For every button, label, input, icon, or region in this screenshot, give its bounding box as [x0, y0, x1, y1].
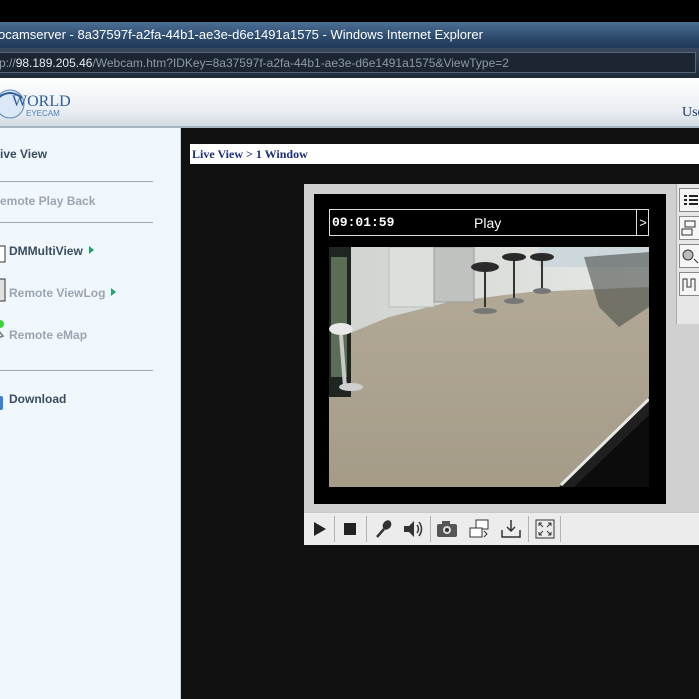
list-view-button[interactable] [679, 188, 699, 212]
menu-remote-viewlog-label: Remote ViewLog [9, 286, 106, 300]
download-menu-icon [0, 396, 3, 410]
side-toolbar [676, 184, 699, 324]
submenu-arrow-icon [88, 246, 94, 254]
fullscreen-button[interactable] [530, 515, 560, 543]
logo-text-world: WORLD [12, 93, 71, 110]
play-button[interactable] [304, 515, 334, 543]
list-icon [684, 195, 698, 205]
play-icon [314, 522, 326, 536]
breadcrumb: Live View > 1 Window [192, 147, 308, 161]
io-icon [682, 278, 696, 291]
snapshot-button[interactable] [432, 515, 462, 543]
controls-divider [430, 516, 431, 542]
camera-icon [437, 521, 457, 537]
window-title: ocamserver - 8a37597f-a2fa-44b1-ae3e-d6e… [0, 27, 483, 42]
player-status-bar: 09:01:59 Play > [329, 209, 649, 236]
player-state: Play [474, 215, 502, 231]
controls-divider [366, 516, 367, 542]
menu-live-view[interactable]: ive View [0, 147, 47, 161]
controls-divider [528, 516, 529, 542]
fullscreen-icon [535, 519, 555, 539]
speaker-icon [404, 521, 423, 537]
ptz-button[interactable] [679, 244, 699, 268]
microphone-button[interactable] [368, 515, 398, 543]
menu-remote-play-back[interactable]: emote Play Back [0, 194, 95, 208]
video-player: 09:01:59 Play > [304, 184, 699, 545]
header-user-link[interactable]: Use [682, 105, 699, 121]
stop-icon [344, 523, 356, 535]
menu-dmmultiview-label: DMMultiView [9, 244, 83, 258]
camera-link-icon [681, 220, 696, 236]
address-prefix: p:// [0, 56, 16, 70]
address-bar: p://98.189.205.46/Webcam.htm?IDKey=8a375… [0, 48, 699, 78]
world-eyecam-logo[interactable]: WORLD EYECAM [0, 84, 80, 124]
save-button[interactable] [496, 515, 526, 543]
address-url: p://98.189.205.46/Webcam.htm?IDKey=8a375… [0, 56, 509, 70]
window-title-bar[interactable]: ocamserver - 8a37597f-a2fa-44b1-ae3e-d6e… [0, 22, 699, 48]
submenu-arrow-icon [111, 288, 117, 296]
viewlog-icon [0, 278, 6, 302]
speaker-button[interactable] [398, 515, 428, 543]
io-button[interactable] [679, 272, 699, 296]
microphone-icon [376, 520, 392, 538]
menu-remote-emap[interactable]: Remote eMap [9, 328, 87, 342]
menu-download[interactable]: Download [9, 392, 66, 406]
stop-button[interactable] [335, 515, 365, 543]
menu-divider [0, 370, 153, 371]
ptz-camera-icon [682, 249, 699, 264]
top-strip [0, 0, 699, 22]
player-time: 09:01:59 [332, 215, 395, 230]
menu-dmmultiview[interactable]: DMMultiView [9, 244, 94, 258]
logo-text-eyecam: EYECAM [26, 109, 60, 118]
address-input[interactable]: p://98.189.205.46/Webcam.htm?IDKey=8a375… [0, 52, 696, 73]
download-icon [501, 520, 521, 538]
menu-remote-viewlog[interactable]: Remote ViewLog [9, 286, 117, 300]
menu-divider [0, 181, 153, 182]
player-controls [304, 512, 699, 545]
address-host: 98.189.205.46 [15, 56, 93, 70]
menu-divider [0, 222, 153, 223]
breadcrumb-bar: Live View > 1 Window [190, 144, 699, 164]
camera-select-button[interactable] [679, 216, 699, 240]
next-button[interactable]: > [636, 210, 649, 235]
emap-icon [0, 320, 5, 339]
camera-video-feed[interactable] [329, 247, 649, 487]
page-header: WORLD EYECAM Use [0, 78, 699, 128]
controls-divider [560, 516, 561, 542]
multiview-icon [0, 245, 6, 263]
address-path: /Webcam.htm?IDKey=8a37597f-a2fa-44b1-ae3… [92, 56, 509, 70]
switch-camera-button[interactable] [464, 515, 494, 543]
switch-camera-icon [469, 519, 489, 538]
sidebar: ive View emote Play Back DMMultiView Rem… [0, 128, 181, 699]
